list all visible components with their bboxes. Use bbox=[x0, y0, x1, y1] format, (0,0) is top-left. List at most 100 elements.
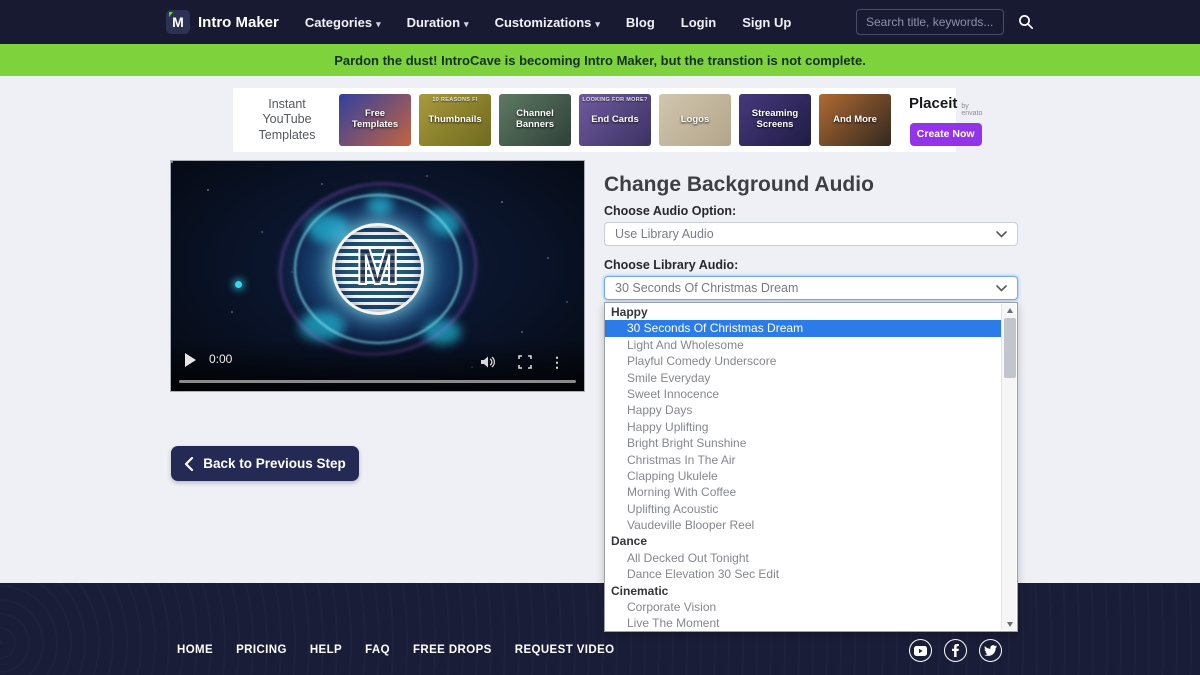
video-player[interactable]: M 0:00 ⋮ bbox=[170, 160, 585, 392]
back-to-previous-step-button[interactable]: Back to Previous Step bbox=[171, 446, 359, 481]
audio-option[interactable]: Clapping Ukulele bbox=[605, 468, 1001, 484]
audio-option[interactable]: All Decked Out Tonight bbox=[605, 550, 1001, 566]
page-title: Change Background Audio bbox=[604, 173, 874, 196]
audio-option[interactable]: Live The Moment bbox=[605, 615, 1001, 631]
template-strip-card: Instant YouTube Templates Free Templates… bbox=[233, 88, 982, 152]
audio-option[interactable]: Dance Elevation 30 Sec Edit bbox=[605, 566, 1001, 582]
nav-item-blog[interactable]: Blog bbox=[626, 15, 655, 30]
m-letter: M bbox=[355, 238, 400, 297]
placeit-block: Placeit by envato Create Now bbox=[909, 95, 982, 146]
template-tile-and-more[interactable]: And More bbox=[819, 94, 891, 146]
footer-link-request-video[interactable]: REQUEST VIDEO bbox=[515, 644, 615, 656]
chevron-down-icon bbox=[996, 284, 1007, 292]
more-options-icon[interactable]: ⋮ bbox=[550, 355, 564, 369]
footer: HOME PRICING HELP FAQ FREE DROPS REQUEST VIDE… bbox=[0, 583, 1200, 675]
audio-option[interactable]: Christmas In The Air bbox=[605, 452, 1001, 468]
play-icon[interactable] bbox=[185, 353, 196, 367]
tile-label: Channel Banners bbox=[515, 108, 554, 130]
footer-link-home[interactable]: HOME bbox=[177, 644, 213, 656]
audio-group-header: Cinematic bbox=[611, 583, 669, 598]
audio-option[interactable]: Playful Comedy Underscore bbox=[605, 353, 1001, 369]
brand-logo-icon[interactable]: M bbox=[166, 10, 190, 34]
youtube-icon[interactable] bbox=[909, 639, 932, 662]
tile-label: Logos bbox=[680, 113, 710, 125]
dropdown-options: Happy 30 Seconds Of Christmas Dream Light … bbox=[605, 304, 1001, 631]
audio-option[interactable]: 30 Seconds Of Christmas Dream bbox=[605, 320, 1001, 337]
facebook-icon[interactable] bbox=[944, 639, 967, 662]
chevron-down-icon: ▾ bbox=[595, 18, 600, 29]
dropdown-scrollbar[interactable] bbox=[1001, 304, 1016, 630]
top-navbar: M Intro Maker Categories ▾ Duration ▾ Custom… bbox=[0, 0, 1200, 44]
audio-option[interactable]: Smile Everyday bbox=[605, 370, 1001, 386]
chevron-down-icon: ▾ bbox=[464, 18, 469, 29]
fullscreen-icon[interactable] bbox=[518, 355, 532, 369]
video-controls: 0:00 ⋮ bbox=[171, 339, 584, 391]
nav-item-duration[interactable]: Duration ▾ bbox=[407, 15, 469, 30]
audio-option-select[interactable]: Use Library Audio bbox=[604, 222, 1018, 246]
intro-m-logo: M bbox=[331, 223, 424, 316]
audio-option[interactable]: Happy Days bbox=[605, 402, 1001, 418]
tile-top-text: LOOKING FOR MORE? bbox=[582, 97, 648, 103]
video-time: 0:00 bbox=[209, 352, 233, 366]
scroll-up-arrow[interactable] bbox=[1002, 304, 1017, 316]
tile-label: And More bbox=[833, 113, 877, 125]
search-input[interactable] bbox=[856, 9, 1004, 35]
tile-label: Thumbnails bbox=[428, 113, 482, 125]
strip-caption: Instant YouTube Templates bbox=[258, 96, 316, 142]
template-tile-free-templates[interactable]: Free Templates bbox=[339, 94, 411, 146]
page: M Intro Maker Categories ▾ Duration ▾ Custom… bbox=[0, 0, 1200, 675]
library-audio-select[interactable]: 30 Seconds Of Christmas Dream bbox=[604, 276, 1018, 300]
audio-option-value: Use Library Audio bbox=[615, 227, 714, 241]
template-tile-end-cards[interactable]: LOOKING FOR MORE? End Cards bbox=[579, 94, 651, 146]
audio-group-header: Happy bbox=[611, 305, 648, 319]
template-tiles: Free Templates 10 REASONS FI Thumbnails Cha… bbox=[339, 94, 899, 146]
template-tile-streaming-screens[interactable]: Streaming Screens bbox=[739, 94, 811, 146]
search-icon[interactable] bbox=[1018, 14, 1034, 30]
back-button-label: Back to Previous Step bbox=[203, 456, 346, 471]
audio-option-label: Choose Audio Option: bbox=[604, 204, 737, 218]
tile-label: Streaming Screens bbox=[751, 108, 799, 130]
audio-option[interactable]: Sweet Innocence bbox=[605, 386, 1001, 402]
volume-icon[interactable] bbox=[480, 355, 496, 369]
library-audio-value: 30 Seconds Of Christmas Dream bbox=[615, 281, 799, 295]
particle-dot bbox=[235, 281, 242, 288]
scroll-down-arrow[interactable] bbox=[1002, 618, 1017, 630]
nav-links: Categories ▾ Duration ▾ Customizations ▾ Blog L… bbox=[305, 15, 817, 30]
create-now-button[interactable]: Create Now bbox=[909, 122, 982, 146]
library-audio-label: Choose Library Audio: bbox=[604, 258, 739, 272]
footer-link-pricing[interactable]: PRICING bbox=[236, 644, 287, 656]
placeit-logo[interactable]: Placeit bbox=[909, 95, 957, 112]
footer-link-help[interactable]: HELP bbox=[310, 644, 342, 656]
audio-option[interactable]: Vaudeville Blooper Reel bbox=[605, 517, 1001, 533]
nav-item-customizations[interactable]: Customizations ▾ bbox=[495, 15, 600, 30]
chevron-left-icon bbox=[184, 456, 194, 471]
placeit-byline: by envato bbox=[961, 102, 983, 117]
audio-option[interactable]: Corporate Vision bbox=[605, 599, 1001, 615]
announcement-banner: Pardon the dust! IntroCave is becoming I… bbox=[0, 44, 1200, 76]
nav-search bbox=[856, 9, 1034, 35]
audio-option[interactable]: Bright Bright Sunshine bbox=[605, 435, 1001, 451]
audio-option[interactable]: Morning With Coffee bbox=[605, 484, 1001, 500]
scrollbar-thumb[interactable] bbox=[1003, 318, 1016, 378]
footer-links: HOME PRICING HELP FAQ FREE DROPS REQUEST VIDE… bbox=[177, 644, 638, 656]
seek-bar[interactable] bbox=[179, 380, 576, 383]
tile-top-text: 10 REASONS FI bbox=[432, 97, 478, 103]
footer-link-faq[interactable]: FAQ bbox=[365, 644, 390, 656]
template-tile-channel-banners[interactable]: Channel Banners bbox=[499, 94, 571, 146]
brand-name[interactable]: Intro Maker bbox=[198, 14, 279, 31]
audio-option[interactable]: Light And Wholesome bbox=[605, 337, 1001, 353]
tile-label: Free Templates bbox=[351, 108, 399, 130]
nav-item-sign-up[interactable]: Sign Up bbox=[742, 15, 791, 30]
logo-m-glyph: M bbox=[172, 14, 184, 30]
audio-option[interactable]: Uplifting Acoustic bbox=[605, 501, 1001, 517]
nav-item-categories[interactable]: Categories ▾ bbox=[305, 15, 381, 30]
footer-link-free-drops[interactable]: FREE DROPS bbox=[413, 644, 492, 656]
tile-label: End Cards bbox=[591, 113, 639, 125]
nav-item-login[interactable]: Login bbox=[681, 15, 716, 30]
template-tile-thumbnails[interactable]: 10 REASONS FI Thumbnails bbox=[419, 94, 491, 146]
audio-option[interactable]: Happy Uplifting bbox=[605, 419, 1001, 435]
twitter-icon[interactable] bbox=[979, 639, 1002, 662]
template-tile-logos[interactable]: Logos bbox=[659, 94, 731, 146]
library-audio-dropdown: Happy 30 Seconds Of Christmas Dream Light … bbox=[604, 302, 1018, 632]
announcement-text: Pardon the dust! IntroCave is becoming I… bbox=[334, 52, 866, 68]
